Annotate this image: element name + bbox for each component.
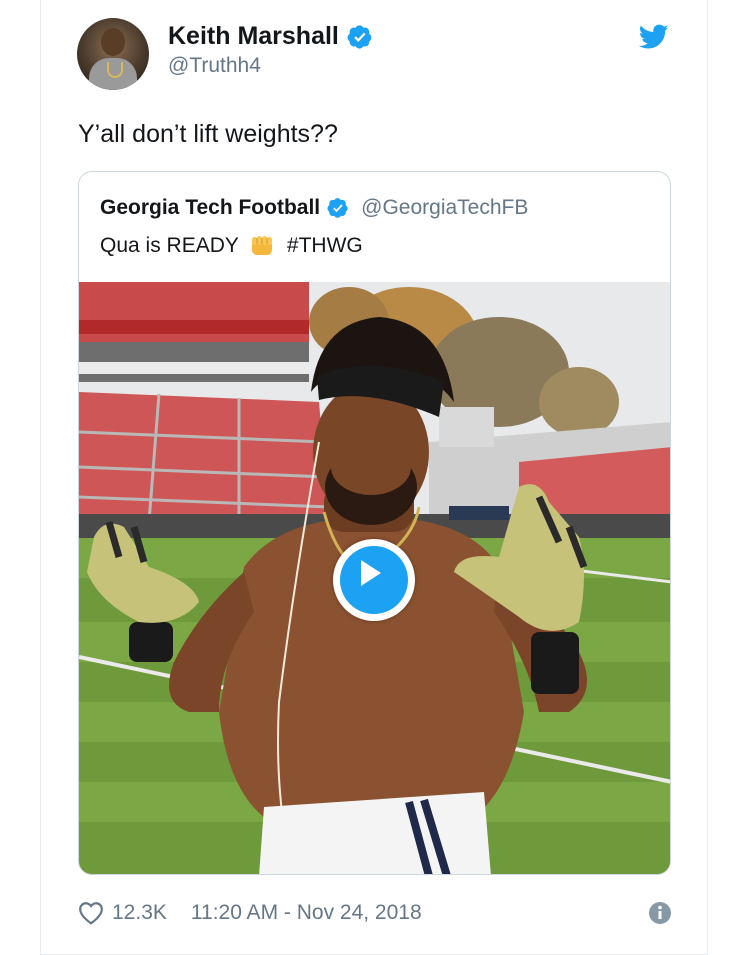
raised-fist-emoji-icon: [251, 236, 272, 255]
quoted-verified-badge-icon: [327, 198, 348, 218]
author-name[interactable]: Keith Marshall: [168, 22, 339, 51]
timestamp[interactable]: 11:20 AM - Nov 24, 2018: [191, 901, 422, 925]
tweet-text: Y’all don’t lift weights??: [78, 120, 338, 148]
avatar-chain: [107, 62, 123, 78]
info-icon[interactable]: [648, 901, 672, 925]
heart-icon[interactable]: [78, 901, 104, 925]
quoted-tweet-text: Qua is READY #THWG: [100, 234, 363, 258]
quoted-text-before: Qua is READY: [100, 234, 239, 257]
play-button[interactable]: [333, 539, 415, 621]
quoted-tweet[interactable]: Georgia Tech Football @GeorgiaTechFB Qua…: [78, 171, 671, 875]
author-name-row[interactable]: Keith Marshall: [168, 22, 373, 51]
twitter-bird-icon[interactable]: [639, 24, 669, 50]
quoted-author-name[interactable]: Georgia Tech Football: [100, 196, 320, 220]
quoted-author-handle[interactable]: @GeorgiaTechFB: [361, 196, 528, 220]
quoted-author-row[interactable]: Georgia Tech Football @GeorgiaTechFB: [100, 196, 528, 220]
like-count[interactable]: 12.3K: [112, 901, 167, 925]
avatar-head: [101, 28, 125, 56]
author-avatar[interactable]: [77, 18, 149, 90]
play-icon: [361, 560, 381, 586]
author-handle[interactable]: @Truthh4: [168, 54, 261, 78]
tweet-card: Keith Marshall @Truthh4 Y’all don’t lift…: [40, 0, 708, 955]
video-thumbnail[interactable]: [79, 282, 670, 874]
verified-badge-icon: [347, 24, 372, 49]
tweet-footer: 12.3K 11:20 AM - Nov 24, 2018: [78, 898, 672, 928]
quoted-text-hashtag[interactable]: #THWG: [287, 234, 363, 258]
